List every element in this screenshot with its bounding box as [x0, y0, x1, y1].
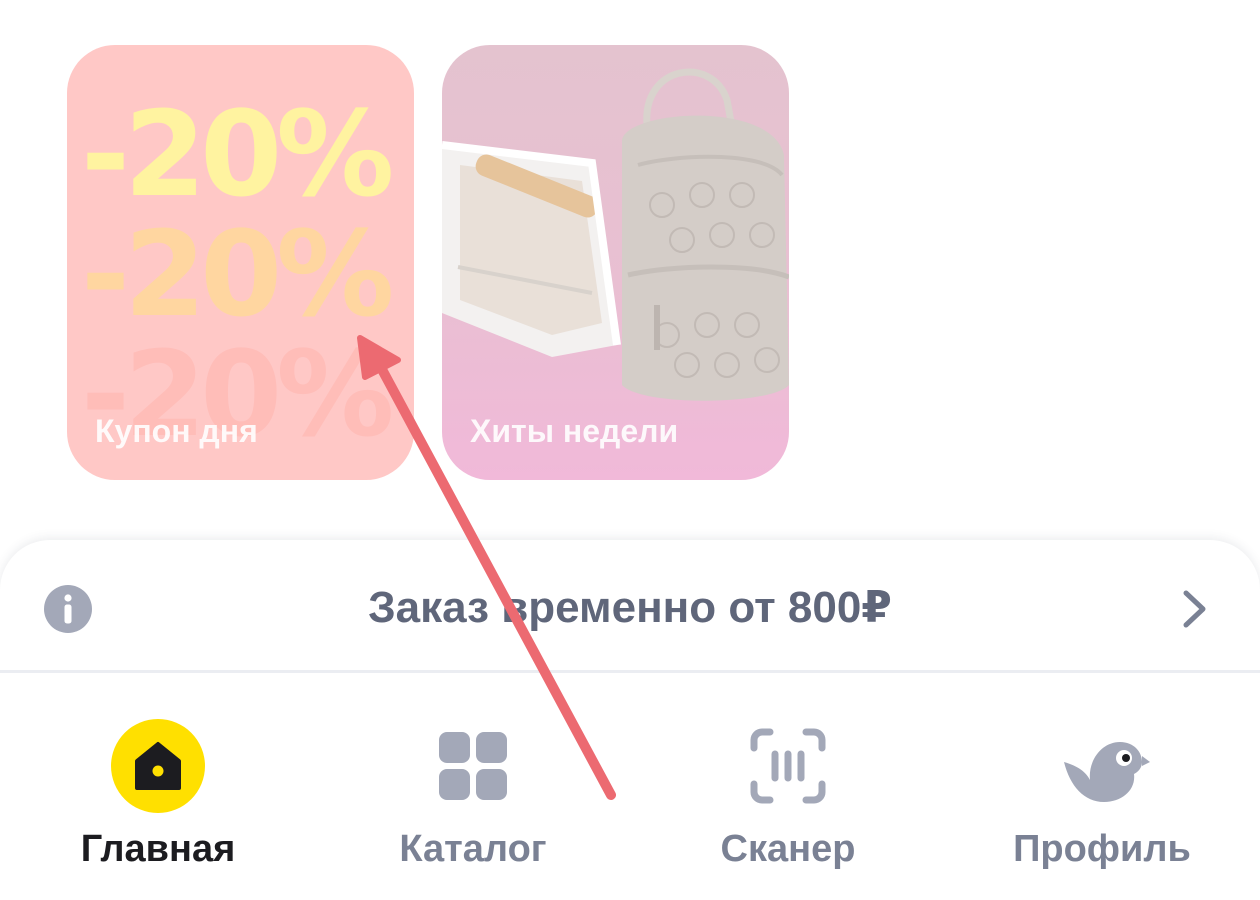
min-order-text: Заказ временно от 800₽	[368, 583, 892, 632]
backpack-icon	[622, 68, 789, 401]
catalog-grid-icon	[439, 732, 507, 800]
nav-item-profile[interactable]: Профиль	[977, 700, 1227, 893]
discount-badge-echo: -20%	[81, 205, 394, 343]
scanner-icon	[750, 728, 826, 804]
nav-label: Сканер	[720, 828, 856, 870]
home-icon	[111, 719, 205, 813]
basket-icon	[442, 141, 621, 357]
discount-badge: -20%	[81, 85, 394, 223]
nav-item-scanner[interactable]: Сканер	[663, 700, 913, 893]
nav-item-home[interactable]: Главная	[33, 700, 283, 893]
nav-label: Профиль	[1013, 828, 1191, 870]
min-order-banner[interactable]: Заказ временно от 800₽	[0, 540, 1260, 673]
bird-profile-icon	[1064, 742, 1150, 802]
story-label: Хиты недели	[470, 413, 679, 449]
chevron-right-icon	[1183, 590, 1206, 628]
bottom-nav: Главная Каталог Сканер Профиль	[0, 700, 1260, 893]
nav-item-catalog[interactable]: Каталог	[348, 700, 598, 893]
story-weekly-hits[interactable]: Хиты недели	[442, 45, 789, 480]
story-coupon-of-the-day[interactable]: -20% -20% -20% Купон дня	[67, 45, 414, 480]
story-label: Купон дня	[95, 413, 258, 449]
nav-label: Главная	[80, 828, 236, 870]
nav-label: Каталог	[399, 828, 547, 870]
